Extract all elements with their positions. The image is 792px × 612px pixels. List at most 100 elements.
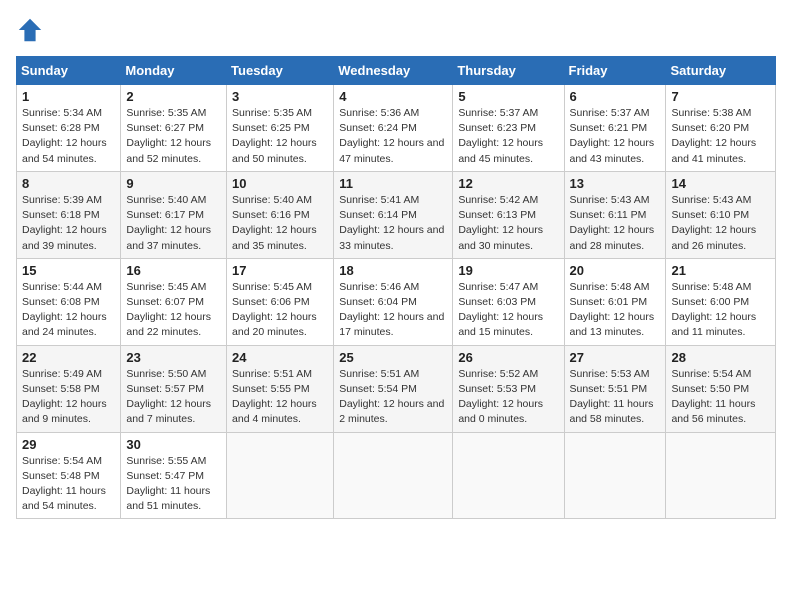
day-info: Sunrise: 5:51 AMSunset: 5:54 PMDaylight:… (339, 367, 447, 428)
calendar-cell: 12 Sunrise: 5:42 AMSunset: 6:13 PMDaylig… (453, 171, 564, 258)
calendar-table: SundayMondayTuesdayWednesdayThursdayFrid… (16, 56, 776, 519)
calendar-cell (666, 432, 776, 519)
calendar-cell: 7 Sunrise: 5:38 AMSunset: 6:20 PMDayligh… (666, 85, 776, 172)
header-thursday: Thursday (453, 57, 564, 85)
day-number: 20 (570, 263, 661, 278)
day-info: Sunrise: 5:45 AMSunset: 6:07 PMDaylight:… (126, 280, 221, 341)
day-info: Sunrise: 5:50 AMSunset: 5:57 PMDaylight:… (126, 367, 221, 428)
page-header (16, 16, 776, 44)
day-number: 7 (671, 89, 770, 104)
day-number: 17 (232, 263, 328, 278)
day-info: Sunrise: 5:40 AMSunset: 6:16 PMDaylight:… (232, 193, 328, 254)
calendar-cell: 9 Sunrise: 5:40 AMSunset: 6:17 PMDayligh… (121, 171, 227, 258)
calendar-cell: 29 Sunrise: 5:54 AMSunset: 5:48 PMDaylig… (17, 432, 121, 519)
calendar-cell: 8 Sunrise: 5:39 AMSunset: 6:18 PMDayligh… (17, 171, 121, 258)
calendar-cell: 25 Sunrise: 5:51 AMSunset: 5:54 PMDaylig… (334, 345, 453, 432)
calendar-cell: 22 Sunrise: 5:49 AMSunset: 5:58 PMDaylig… (17, 345, 121, 432)
day-info: Sunrise: 5:53 AMSunset: 5:51 PMDaylight:… (570, 367, 661, 428)
calendar-cell: 28 Sunrise: 5:54 AMSunset: 5:50 PMDaylig… (666, 345, 776, 432)
day-number: 16 (126, 263, 221, 278)
day-number: 1 (22, 89, 115, 104)
header-saturday: Saturday (666, 57, 776, 85)
calendar-row-4: 22 Sunrise: 5:49 AMSunset: 5:58 PMDaylig… (17, 345, 776, 432)
day-number: 5 (458, 89, 558, 104)
day-info: Sunrise: 5:54 AMSunset: 5:48 PMDaylight:… (22, 454, 115, 515)
calendar-cell: 5 Sunrise: 5:37 AMSunset: 6:23 PMDayligh… (453, 85, 564, 172)
day-number: 8 (22, 176, 115, 191)
day-info: Sunrise: 5:52 AMSunset: 5:53 PMDaylight:… (458, 367, 558, 428)
day-info: Sunrise: 5:35 AMSunset: 6:25 PMDaylight:… (232, 106, 328, 167)
calendar-cell: 2 Sunrise: 5:35 AMSunset: 6:27 PMDayligh… (121, 85, 227, 172)
day-info: Sunrise: 5:43 AMSunset: 6:10 PMDaylight:… (671, 193, 770, 254)
logo-icon (16, 16, 44, 44)
day-info: Sunrise: 5:40 AMSunset: 6:17 PMDaylight:… (126, 193, 221, 254)
header-wednesday: Wednesday (334, 57, 453, 85)
calendar-cell: 3 Sunrise: 5:35 AMSunset: 6:25 PMDayligh… (227, 85, 334, 172)
day-info: Sunrise: 5:43 AMSunset: 6:11 PMDaylight:… (570, 193, 661, 254)
day-info: Sunrise: 5:39 AMSunset: 6:18 PMDaylight:… (22, 193, 115, 254)
calendar-row-1: 1 Sunrise: 5:34 AMSunset: 6:28 PMDayligh… (17, 85, 776, 172)
calendar-row-5: 29 Sunrise: 5:54 AMSunset: 5:48 PMDaylig… (17, 432, 776, 519)
day-info: Sunrise: 5:35 AMSunset: 6:27 PMDaylight:… (126, 106, 221, 167)
calendar-header-row: SundayMondayTuesdayWednesdayThursdayFrid… (17, 57, 776, 85)
calendar-row-3: 15 Sunrise: 5:44 AMSunset: 6:08 PMDaylig… (17, 258, 776, 345)
calendar-cell (227, 432, 334, 519)
day-number: 24 (232, 350, 328, 365)
day-number: 3 (232, 89, 328, 104)
calendar-cell (453, 432, 564, 519)
day-number: 15 (22, 263, 115, 278)
calendar-cell: 10 Sunrise: 5:40 AMSunset: 6:16 PMDaylig… (227, 171, 334, 258)
calendar-cell (334, 432, 453, 519)
header-friday: Friday (564, 57, 666, 85)
header-sunday: Sunday (17, 57, 121, 85)
day-number: 19 (458, 263, 558, 278)
calendar-row-2: 8 Sunrise: 5:39 AMSunset: 6:18 PMDayligh… (17, 171, 776, 258)
calendar-cell: 6 Sunrise: 5:37 AMSunset: 6:21 PMDayligh… (564, 85, 666, 172)
calendar-cell (564, 432, 666, 519)
day-number: 11 (339, 176, 447, 191)
calendar-cell: 30 Sunrise: 5:55 AMSunset: 5:47 PMDaylig… (121, 432, 227, 519)
calendar-cell: 24 Sunrise: 5:51 AMSunset: 5:55 PMDaylig… (227, 345, 334, 432)
day-info: Sunrise: 5:48 AMSunset: 6:01 PMDaylight:… (570, 280, 661, 341)
calendar-cell: 11 Sunrise: 5:41 AMSunset: 6:14 PMDaylig… (334, 171, 453, 258)
day-number: 2 (126, 89, 221, 104)
day-info: Sunrise: 5:49 AMSunset: 5:58 PMDaylight:… (22, 367, 115, 428)
calendar-cell: 16 Sunrise: 5:45 AMSunset: 6:07 PMDaylig… (121, 258, 227, 345)
calendar-cell: 4 Sunrise: 5:36 AMSunset: 6:24 PMDayligh… (334, 85, 453, 172)
calendar-cell: 23 Sunrise: 5:50 AMSunset: 5:57 PMDaylig… (121, 345, 227, 432)
day-number: 6 (570, 89, 661, 104)
day-info: Sunrise: 5:48 AMSunset: 6:00 PMDaylight:… (671, 280, 770, 341)
calendar-cell: 13 Sunrise: 5:43 AMSunset: 6:11 PMDaylig… (564, 171, 666, 258)
day-info: Sunrise: 5:37 AMSunset: 6:23 PMDaylight:… (458, 106, 558, 167)
day-number: 9 (126, 176, 221, 191)
calendar-cell: 15 Sunrise: 5:44 AMSunset: 6:08 PMDaylig… (17, 258, 121, 345)
day-number: 4 (339, 89, 447, 104)
day-info: Sunrise: 5:46 AMSunset: 6:04 PMDaylight:… (339, 280, 447, 341)
day-number: 14 (671, 176, 770, 191)
day-info: Sunrise: 5:51 AMSunset: 5:55 PMDaylight:… (232, 367, 328, 428)
calendar-cell: 21 Sunrise: 5:48 AMSunset: 6:00 PMDaylig… (666, 258, 776, 345)
calendar-cell: 18 Sunrise: 5:46 AMSunset: 6:04 PMDaylig… (334, 258, 453, 345)
calendar-cell: 26 Sunrise: 5:52 AMSunset: 5:53 PMDaylig… (453, 345, 564, 432)
header-tuesday: Tuesday (227, 57, 334, 85)
day-number: 21 (671, 263, 770, 278)
day-number: 12 (458, 176, 558, 191)
day-number: 10 (232, 176, 328, 191)
day-number: 26 (458, 350, 558, 365)
day-number: 13 (570, 176, 661, 191)
day-info: Sunrise: 5:47 AMSunset: 6:03 PMDaylight:… (458, 280, 558, 341)
day-number: 27 (570, 350, 661, 365)
day-info: Sunrise: 5:38 AMSunset: 6:20 PMDaylight:… (671, 106, 770, 167)
header-monday: Monday (121, 57, 227, 85)
day-info: Sunrise: 5:36 AMSunset: 6:24 PMDaylight:… (339, 106, 447, 167)
calendar-cell: 27 Sunrise: 5:53 AMSunset: 5:51 PMDaylig… (564, 345, 666, 432)
day-number: 28 (671, 350, 770, 365)
day-info: Sunrise: 5:42 AMSunset: 6:13 PMDaylight:… (458, 193, 558, 254)
day-number: 29 (22, 437, 115, 452)
day-info: Sunrise: 5:54 AMSunset: 5:50 PMDaylight:… (671, 367, 770, 428)
day-info: Sunrise: 5:44 AMSunset: 6:08 PMDaylight:… (22, 280, 115, 341)
day-number: 23 (126, 350, 221, 365)
logo (16, 16, 48, 44)
day-info: Sunrise: 5:45 AMSunset: 6:06 PMDaylight:… (232, 280, 328, 341)
day-number: 18 (339, 263, 447, 278)
